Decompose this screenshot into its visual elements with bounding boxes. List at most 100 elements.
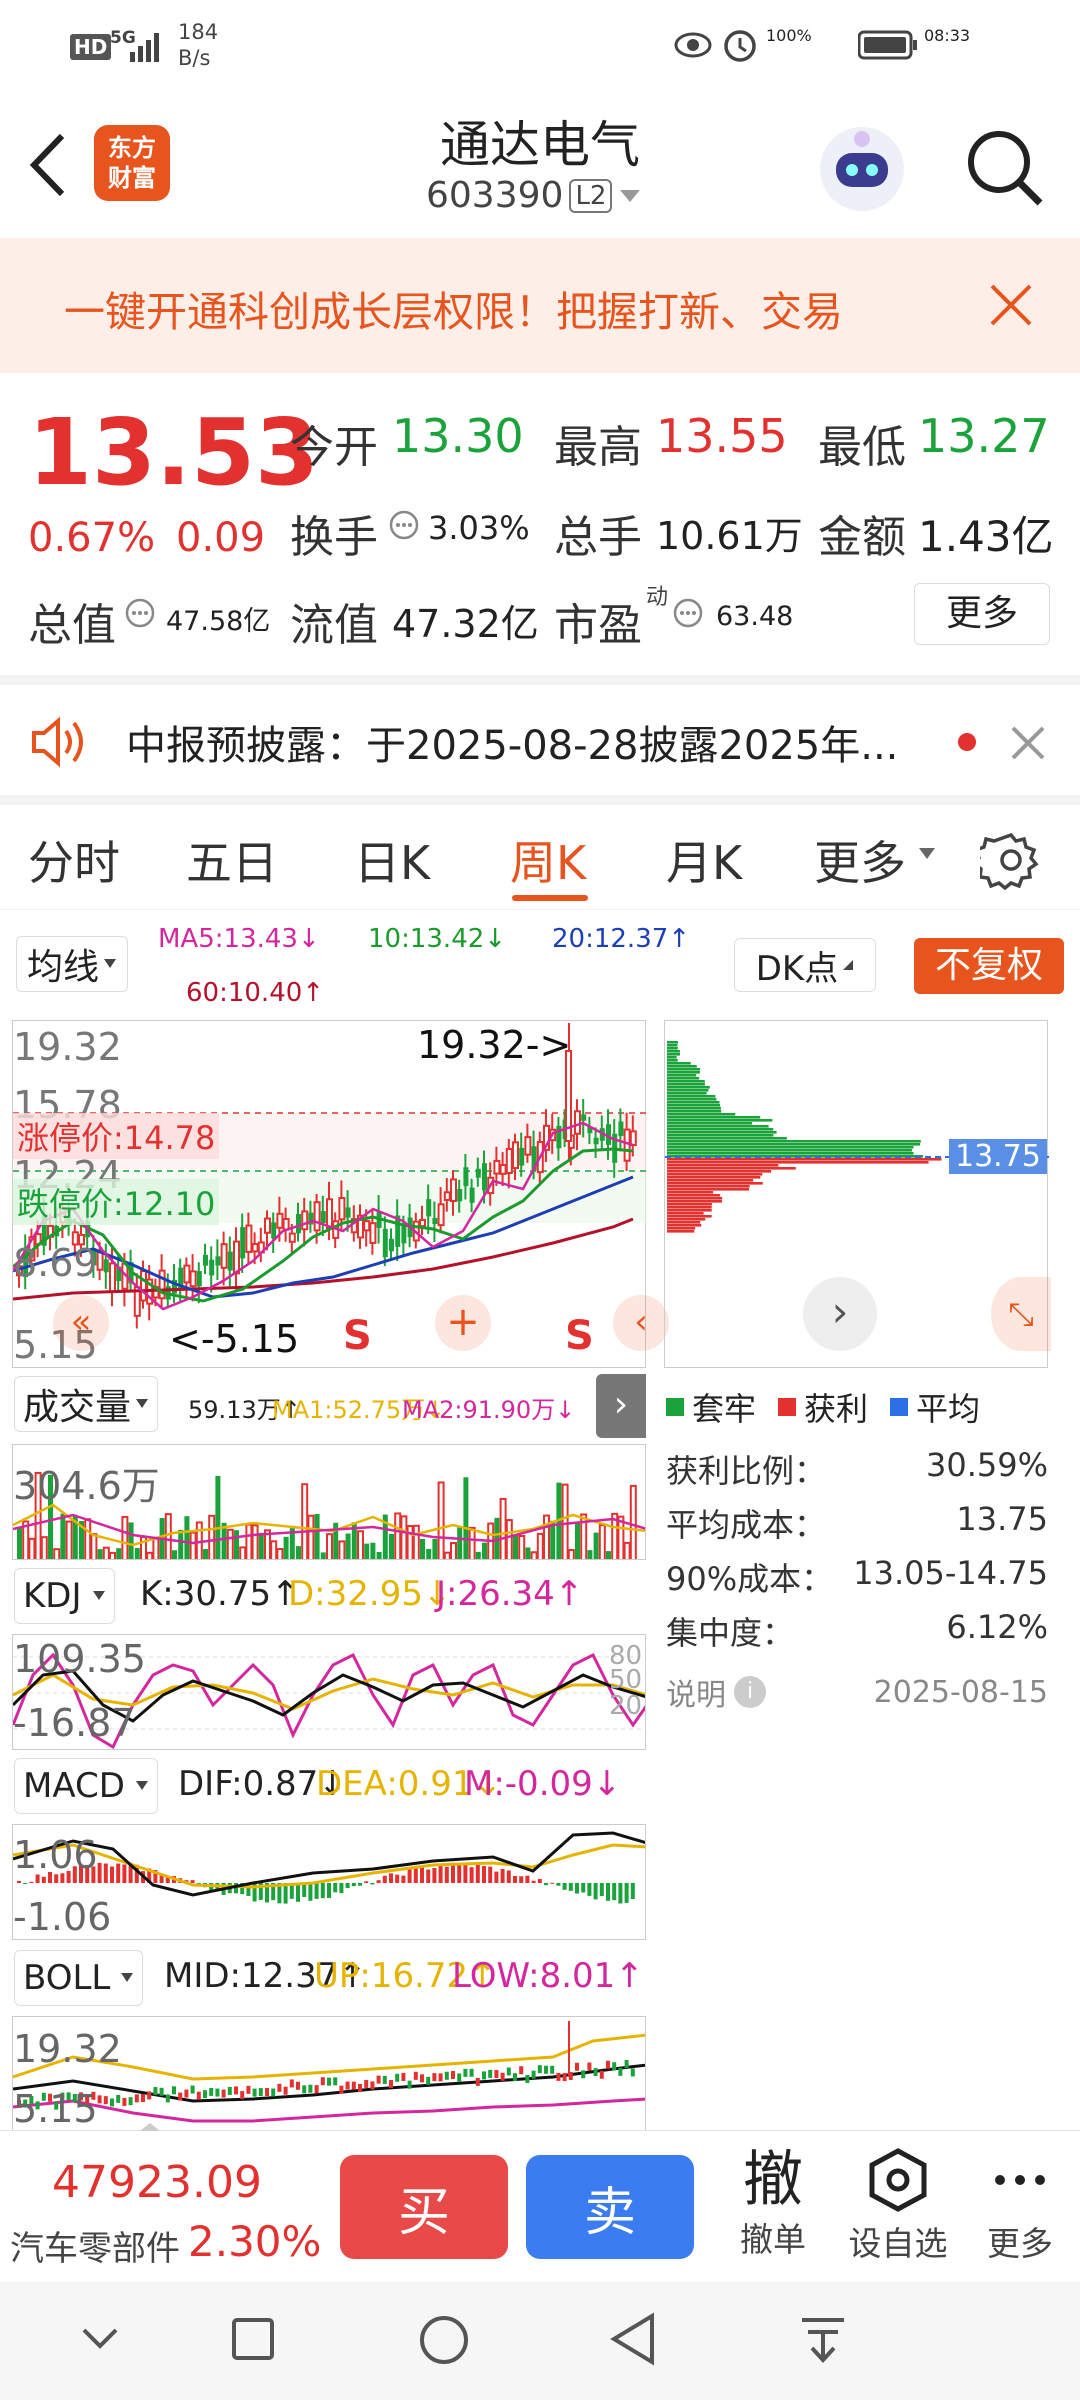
tab-monthly-k[interactable]: 月K: [666, 827, 742, 893]
info-icon[interactable]: [124, 597, 156, 629]
volume-bar: [109, 1551, 116, 1559]
candle-body: [288, 1232, 296, 1243]
volume-bar: [90, 1533, 98, 1559]
macd-bar: [190, 1880, 195, 1883]
boll-candle: [618, 2067, 623, 2076]
gear-icon[interactable]: [980, 829, 1042, 891]
volume-bar: [102, 1546, 110, 1559]
volume-bar: [543, 1514, 550, 1559]
scroll-left-button[interactable]: «: [53, 1295, 109, 1351]
close-icon[interactable]: [988, 282, 1034, 328]
zoom-in-button[interactable]: +: [435, 1295, 491, 1351]
stock-code-row[interactable]: 603390 L2: [426, 175, 642, 216]
more-actions-button[interactable]: 更多: [972, 2147, 1068, 2265]
ma-selector[interactable]: 均线: [16, 936, 129, 992]
boll-selector[interactable]: BOLL: [14, 1950, 144, 2006]
home-icon[interactable]: [418, 2314, 470, 2366]
boll-candle: [221, 2089, 226, 2098]
volume-bar: [178, 1529, 184, 1559]
kdj-selector[interactable]: KDJ: [14, 1568, 115, 1624]
chevron-down-icon: [843, 960, 854, 970]
y-label-4: 8.69: [13, 1241, 98, 1285]
boll-candle: [184, 2089, 189, 2098]
chip-note-row[interactable]: 说明 i 2025-08-15: [666, 1662, 1048, 1722]
boll-candle: [482, 2071, 486, 2080]
macd-bar: [364, 1881, 369, 1883]
chip-bar: [667, 1203, 712, 1206]
kdj-chart[interactable]: 109.35 -16.87 80 50 20: [12, 1634, 646, 1750]
next-button[interactable]: ›: [803, 1277, 877, 1351]
volume-bar: [357, 1530, 364, 1559]
legend-trapped: 套牢: [666, 1384, 756, 1430]
sector-index-value[interactable]: 47923.09: [52, 2157, 262, 2208]
boll-candle: [240, 2091, 245, 2100]
macd-bar: [320, 1883, 325, 1899]
legend-average-label: 平均: [916, 1390, 981, 1428]
close-icon[interactable]: [1010, 725, 1046, 761]
robot-avatar-icon[interactable]: [814, 119, 910, 215]
add-watchlist-button[interactable]: 设自选: [836, 2147, 960, 2265]
boll-chart[interactable]: 19.32 5.15: [12, 2016, 646, 2130]
adjust-button[interactable]: 不复权: [914, 938, 1064, 994]
volume-bar: [623, 1541, 631, 1559]
eye-icon: [674, 32, 712, 58]
chip-bar: [667, 1212, 704, 1215]
collapse-left-button[interactable]: ‹: [613, 1295, 669, 1351]
candle-body: [251, 1243, 259, 1253]
back-nav-icon[interactable]: [606, 2312, 658, 2366]
chevron-down-icon: [919, 848, 935, 859]
sell-button[interactable]: 卖: [526, 2155, 694, 2259]
kline-chart[interactable]: 19.32 15.78 12.24 8.69 5.15 涨停价:14.78 跌停…: [12, 1020, 669, 1368]
notification-shade-icon[interactable]: [798, 2314, 848, 2364]
tab-five-day[interactable]: 五日: [186, 827, 278, 893]
notice-bar[interactable]: 中报预披露：于2025-08-28披露2025年...: [0, 685, 1080, 795]
chevron-down-icon[interactable]: [80, 2324, 120, 2352]
macd-selector[interactable]: MACD: [14, 1758, 158, 1814]
boll-candle: [172, 2086, 176, 2095]
chip-distribution[interactable]: 13.75 › ⤡: [664, 1020, 1051, 1368]
amount-label: 金额: [818, 512, 906, 563]
expand-button[interactable]: ⤡: [991, 1277, 1051, 1351]
buy-button[interactable]: 买: [340, 2155, 508, 2259]
macd-max-label: 1.06: [13, 1833, 98, 1877]
info-icon[interactable]: [672, 597, 704, 629]
more-button[interactable]: 更多: [914, 583, 1050, 645]
search-icon[interactable]: [962, 125, 1046, 209]
tab-intraday[interactable]: 分时: [28, 827, 120, 893]
chip-bar: [667, 1224, 702, 1227]
promo-banner[interactable]: 一键开通科创成长层权限！把握打新、交易: [0, 238, 1080, 373]
signal-icon: [130, 33, 159, 62]
macd-bar: [525, 1875, 530, 1883]
volume-bar: [567, 1549, 575, 1559]
info-icon[interactable]: [388, 509, 420, 541]
volume-bar: [234, 1530, 239, 1559]
candle-body: [313, 1201, 321, 1232]
chip-bar: [667, 1047, 678, 1050]
volume-bar: [518, 1534, 526, 1559]
boll-candle: [209, 2087, 214, 2096]
tab-daily-k[interactable]: 日K: [354, 827, 430, 893]
kdj-selector-label: KDJ: [23, 1576, 82, 1616]
dk-selector[interactable]: DK点: [734, 938, 876, 992]
chip-bar: [667, 1170, 772, 1173]
boll-candle: [234, 2086, 238, 2095]
cancel-order-button[interactable]: 撤 撤单: [728, 2147, 818, 2261]
boll-candle: [389, 2079, 393, 2088]
volume-bar: [420, 1539, 425, 1559]
volume-chart[interactable]: 304.6万: [12, 1444, 646, 1560]
quote-panel: 13.53 0.67% 0.09 今开 13.30 最高 13.55 最低 13…: [0, 375, 1080, 673]
kdj-max-label: 109.35: [13, 1637, 146, 1681]
tab-weekly-k[interactable]: 周K: [510, 827, 586, 893]
chevron-down-icon: [104, 959, 117, 968]
candle-body: [519, 1147, 525, 1166]
tab-more[interactable]: 更多: [814, 827, 906, 893]
sector-name[interactable]: 汽车零部件: [10, 2221, 180, 2270]
vol-selector[interactable]: 成交量: [14, 1376, 159, 1432]
recents-icon[interactable]: [230, 2316, 276, 2362]
macd-bar: [500, 1868, 505, 1883]
chip-bar: [667, 1131, 777, 1134]
boll-candle: [320, 2077, 325, 2086]
macd-chart[interactable]: 1.06 -1.06: [12, 1824, 646, 1940]
chevron-up-icon[interactable]: [138, 2121, 162, 2133]
panel-toggle-button[interactable]: ›: [596, 1374, 646, 1438]
